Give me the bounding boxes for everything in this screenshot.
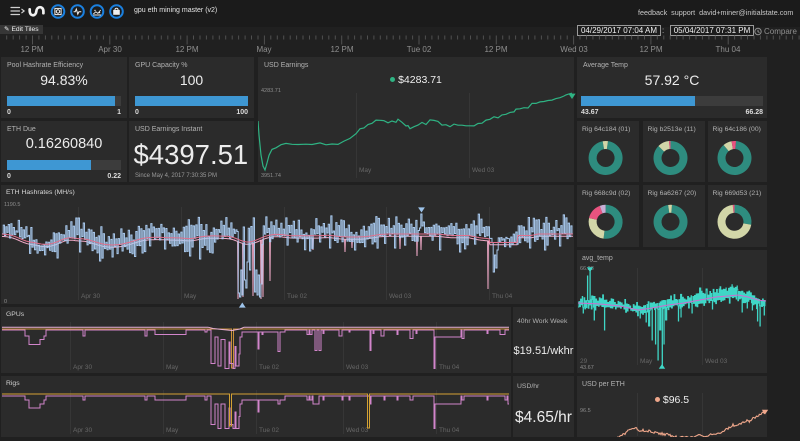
svg-text:May: May — [166, 364, 179, 371]
svg-text:May: May — [184, 293, 197, 300]
svg-text:Apr 30: Apr 30 — [73, 427, 93, 434]
svg-text:Thu 04: Thu 04 — [492, 293, 513, 300]
svg-text:Wed 03: Wed 03 — [346, 364, 369, 371]
svg-text:Apr 30: Apr 30 — [81, 293, 101, 300]
svg-text:Wed 03: Wed 03 — [705, 358, 728, 365]
svg-text:29: 29 — [580, 358, 588, 365]
svg-text:May: May — [166, 427, 179, 434]
svg-text:Thu 04: Thu 04 — [439, 427, 460, 434]
svg-text:Tue 02: Tue 02 — [259, 364, 279, 371]
svg-text:May: May — [359, 167, 372, 174]
svg-text:Wed 03: Wed 03 — [346, 427, 369, 434]
svg-text:May: May — [640, 358, 653, 365]
svg-text:Apr 30: Apr 30 — [73, 364, 93, 371]
svg-text:Tue 02: Tue 02 — [259, 427, 279, 434]
svg-text:Tue 02: Tue 02 — [287, 293, 307, 300]
svg-text:Thu 04: Thu 04 — [439, 364, 460, 371]
svg-text:Wed 03: Wed 03 — [472, 167, 495, 174]
svg-text:Wed 03: Wed 03 — [389, 293, 412, 300]
